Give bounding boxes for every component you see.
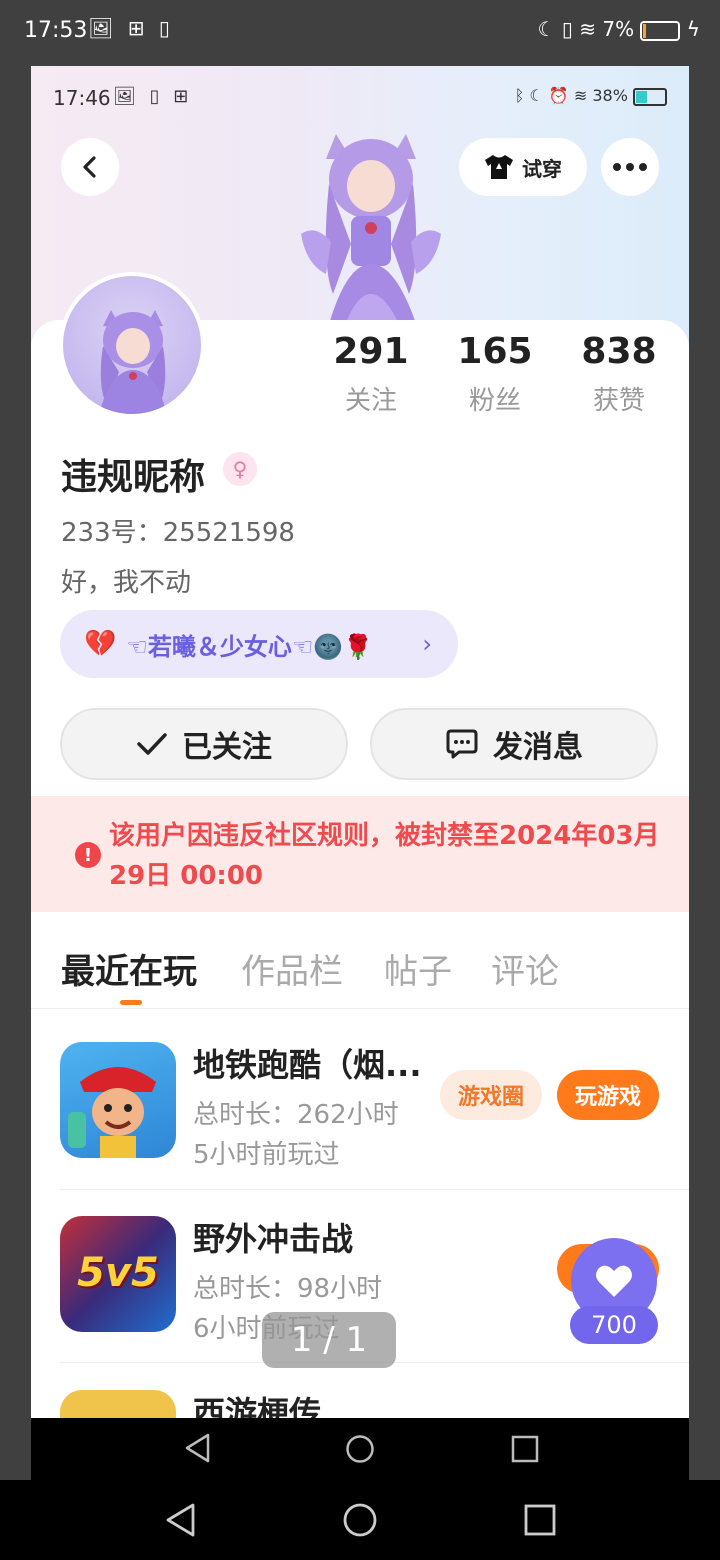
like-count: 700	[570, 1306, 658, 1344]
fan-group-tag[interactable]: 💔 ☜若曦＆少女心☜🌚🌹 ›	[60, 610, 458, 678]
likes-count: 838	[581, 331, 657, 372]
home-circle-icon[interactable]	[342, 1502, 378, 1538]
warning-icon: !	[75, 842, 101, 868]
inner-status-bar: 17:46 🖼 ▯ ⊞ ᛒ ☾ ⏰ ≋ 38%	[31, 66, 689, 126]
moon-icon: ☾	[537, 17, 556, 41]
stat-following[interactable]: 291 关注	[321, 332, 421, 417]
inner-notification-icons: 🖼 ▯ ⊞	[113, 86, 193, 107]
outer-system-icons: ☾ ▯ ≋ 7% ϟ	[538, 17, 700, 41]
following-count: 291	[333, 331, 409, 372]
ban-notice: ! 该用户因违反社区规则，被封禁至2024年03月29日 00:00	[31, 796, 689, 912]
wifi-icon: ≋	[573, 86, 588, 105]
chat-bubble-icon	[446, 729, 478, 759]
5v5-game-icon: 5v5	[60, 1216, 176, 1332]
fan-group-name: ☜若曦＆少女心☜🌚🌹	[126, 632, 374, 661]
game-duration: 总时长：98小时	[193, 1274, 383, 1304]
outer-status-time: 17:53	[24, 18, 88, 43]
tab-recently-played[interactable]: 最近在玩	[61, 944, 197, 993]
tab-works[interactable]: 作品栏	[241, 944, 343, 993]
back-triangle-icon[interactable]	[164, 1502, 198, 1538]
inner-system-icons: ᛒ ☾ ⏰ ≋ 38%	[515, 86, 667, 106]
chevron-left-icon	[83, 156, 96, 178]
charging-icon: ϟ	[686, 17, 700, 41]
inner-battery-text: 38%	[592, 86, 628, 105]
recents-square-icon[interactable]	[524, 1504, 556, 1536]
inner-navigation-bar	[31, 1418, 689, 1480]
inner-status-time: 17:46	[53, 86, 111, 110]
more-dots-icon	[613, 163, 647, 171]
shirt-icon	[485, 155, 513, 179]
game-name: 西游梗传	[193, 1394, 322, 1418]
try-on-label: 试穿	[522, 156, 562, 181]
heart-icon	[596, 1265, 632, 1297]
nickname: 违规昵称	[61, 457, 206, 498]
page-indicator: 1 / 1	[262, 1312, 396, 1368]
game-name: 野外冲击战	[193, 1220, 354, 1258]
tab-posts[interactable]: 帖子	[384, 944, 452, 993]
wifi-icon: ≋	[579, 17, 596, 41]
inner-screen: 17:46 🖼 ▯ ⊞ ᛒ ☾ ⏰ ≋ 38% 试穿 291 关注 165 粉丝…	[31, 66, 689, 1418]
battery-icon	[640, 20, 681, 41]
fans-count: 165	[457, 331, 533, 372]
stat-fans[interactable]: 165 粉丝	[445, 332, 545, 417]
game-icon-text: 5v5	[77, 1250, 159, 1296]
active-tab-indicator	[120, 1000, 142, 1005]
female-icon: ♀	[223, 452, 257, 486]
play-game-button[interactable]: 玩游戏	[557, 1070, 659, 1120]
chevron-right-icon: ›	[422, 630, 432, 658]
message-button[interactable]: 发消息	[370, 708, 658, 780]
user-id[interactable]: 233号：25521598	[61, 512, 295, 549]
content-tabs: 最近在玩 作品栏 帖子 评论	[31, 938, 689, 1009]
recents-square-icon[interactable]	[511, 1435, 539, 1463]
followed-button[interactable]: 已关注	[60, 708, 348, 780]
followed-label: 已关注	[182, 730, 272, 765]
avatar-image	[99, 310, 167, 414]
game-name: 地铁跑酷（烟...	[193, 1046, 422, 1084]
outer-navigation-bar	[0, 1480, 720, 1560]
stat-likes[interactable]: 838 获赞	[569, 332, 669, 417]
journey-west-game-icon	[60, 1390, 176, 1418]
broken-heart-icon: 💔	[84, 629, 117, 659]
tab-comments[interactable]: 评论	[491, 944, 559, 993]
fans-label: 粉丝	[468, 386, 521, 416]
outer-notification-icons: 🖼 ⊞ ▯	[88, 16, 174, 40]
subway-surfers-icon	[60, 1042, 176, 1158]
avatar[interactable]	[59, 272, 205, 418]
bluetooth-icon: ᛒ	[514, 86, 525, 105]
battery-icon	[633, 87, 667, 106]
bio: 好，我不动	[61, 568, 192, 598]
following-label: 关注	[344, 386, 397, 416]
message-label: 发消息	[493, 730, 583, 765]
back-triangle-icon[interactable]	[183, 1432, 213, 1464]
check-icon	[137, 733, 167, 755]
vibrate-icon: ▯	[561, 17, 573, 41]
home-circle-icon[interactable]	[345, 1434, 375, 1464]
likes-label: 获赞	[592, 386, 645, 416]
ban-notice-text: 该用户因违反社区规则，被封禁至2024年03月29日 00:00	[109, 821, 660, 891]
game-circle-button[interactable]: 游戏圈	[440, 1070, 542, 1120]
moon-icon: ☾	[529, 86, 544, 105]
alarm-icon: ⏰	[548, 86, 569, 105]
game-last-played: 5小时前玩过	[193, 1140, 340, 1170]
back-button[interactable]	[61, 138, 119, 196]
game-duration: 总时长：262小时	[193, 1100, 399, 1130]
outer-status-bar: 17:53 🖼 ⊞ ▯ ☾ ▯ ≋ 7% ϟ	[0, 0, 720, 66]
outer-battery-text: 7%	[602, 17, 635, 41]
try-on-button[interactable]: 试穿	[459, 138, 587, 196]
more-button[interactable]	[601, 138, 659, 196]
game-row[interactable]: 地铁跑酷（烟... 总时长：262小时 5小时前玩过 游戏圈 玩游戏	[31, 1010, 689, 1180]
